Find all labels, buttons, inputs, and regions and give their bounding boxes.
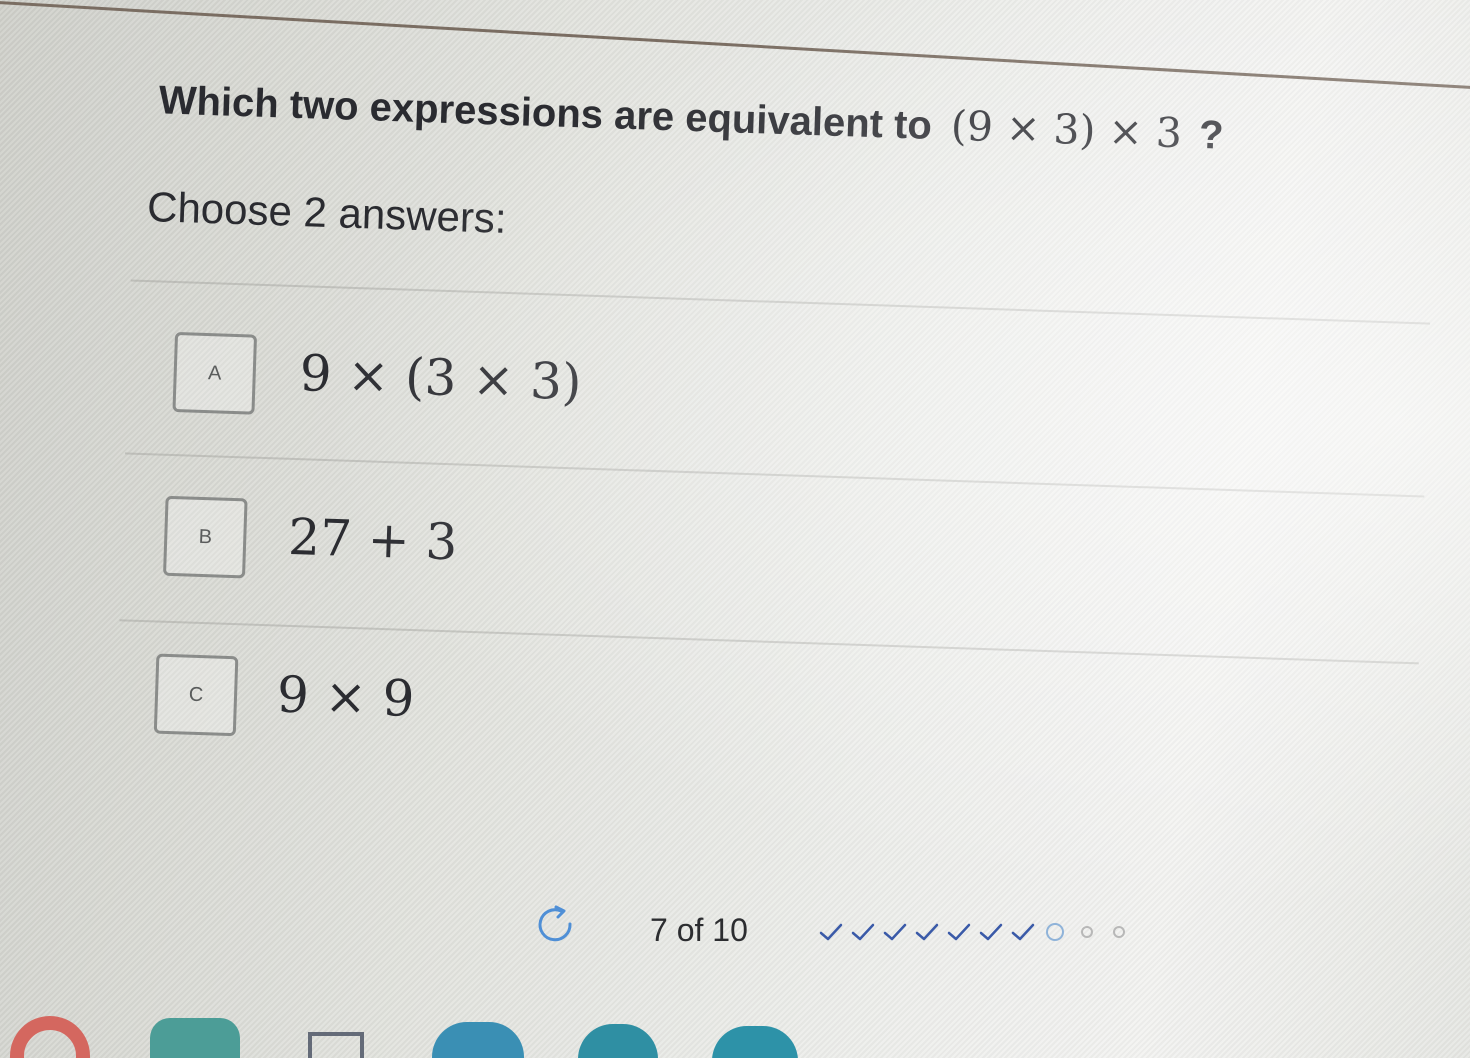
progress-dot-current — [1046, 923, 1064, 941]
choice-c-expression: 9 × 9 — [276, 665, 416, 729]
app-icon[interactable] — [712, 1026, 798, 1058]
screen: Which two expressions are equivalent to … — [0, 0, 1470, 1058]
progress-indicator — [818, 920, 1132, 944]
question: Which two expressions are equivalent to … — [158, 75, 1224, 158]
app-icon[interactable] — [10, 1016, 90, 1058]
question-expression: (9 × 3) × 3 — [950, 101, 1183, 158]
app-icon[interactable] — [432, 1022, 524, 1058]
instruction: Choose 2 answers: — [146, 183, 508, 242]
check-icon — [1011, 923, 1035, 941]
choice-c-checkbox[interactable]: C — [153, 653, 239, 737]
divider — [130, 279, 1431, 325]
choice-c[interactable]: C 9 × 9 — [0, 648, 1378, 794]
check-icon — [915, 923, 939, 941]
question-mark: ? — [1198, 112, 1225, 158]
progress-dot — [1081, 926, 1093, 938]
check-icon — [819, 923, 843, 941]
choice-a[interactable]: A 9 × (3 × 3) — [0, 326, 1388, 472]
dock — [0, 1000, 1470, 1058]
check-icon — [883, 923, 907, 941]
choice-c-letter: C — [188, 683, 204, 706]
app-icon[interactable] — [578, 1024, 658, 1058]
choice-a-checkbox[interactable]: A — [172, 331, 258, 415]
choice-b[interactable]: B 27 + 3 — [0, 490, 1383, 636]
exercise-panel: Which two expressions are equivalent to … — [0, 0, 1469, 1058]
question-prompt: Which two expressions are equivalent to — [158, 78, 933, 148]
app-icon[interactable] — [150, 1018, 240, 1058]
app-icon[interactable] — [308, 1032, 364, 1058]
progress-dot — [1113, 926, 1125, 938]
choice-b-checkbox[interactable]: B — [163, 495, 248, 579]
choice-a-letter: A — [207, 361, 222, 385]
choice-b-expression: 27 + 3 — [287, 507, 459, 572]
choice-b-letter: B — [198, 525, 213, 548]
check-icon — [851, 923, 875, 941]
choice-a-expression: 9 × (3 × 3) — [298, 344, 583, 412]
check-icon — [979, 923, 1003, 941]
check-icon — [947, 923, 971, 941]
progress-text: 7 of 10 — [650, 912, 748, 948]
refresh-icon[interactable] — [534, 902, 580, 948]
